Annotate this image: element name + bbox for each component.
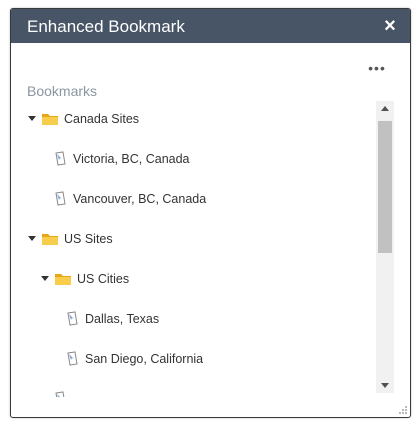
- tree-item-san-diego[interactable]: San Diego, California: [64, 347, 203, 371]
- panel-title: Enhanced Bookmark: [27, 17, 185, 36]
- tree-item-label: US Sites: [64, 232, 113, 246]
- tree-folder-us-cities[interactable]: US Cities: [40, 267, 129, 291]
- scrollbar-thumb[interactable]: [378, 121, 392, 253]
- scroll-down-icon[interactable]: [376, 377, 394, 393]
- tree-item-label: Victoria, BC, Canada: [73, 152, 190, 166]
- bookmark-icon: [55, 191, 66, 206]
- bookmark-icon: [55, 391, 65, 397]
- tree-item-label: Vancouver, BC, Canada: [73, 192, 207, 206]
- tree-item-label: Dallas, Texas: [85, 312, 160, 326]
- tree-item-dallas[interactable]: Dallas, Texas: [64, 307, 159, 331]
- vertical-scrollbar[interactable]: [376, 101, 394, 393]
- close-icon[interactable]: ×: [380, 14, 400, 38]
- bookmark-icon: [67, 311, 78, 326]
- tree-item-vancouver[interactable]: Vancouver, BC, Canada: [52, 187, 206, 211]
- folder-icon: [55, 274, 71, 285]
- section-label: Bookmarks: [27, 83, 98, 99]
- more-options-icon[interactable]: •••: [368, 61, 386, 75]
- folder-icon: [42, 234, 58, 245]
- enhanced-bookmark-panel: Enhanced Bookmark × ••• Bookmarks Canada…: [10, 8, 411, 418]
- tree-item-label: San Diego, California: [85, 352, 204, 366]
- tree-item-victoria[interactable]: Victoria, BC, Canada: [52, 147, 190, 171]
- tree-folder-canada-sites[interactable]: Canada Sites: [27, 107, 139, 131]
- caret-down-icon[interactable]: [40, 274, 50, 284]
- scroll-up-icon[interactable]: [376, 101, 394, 117]
- folder-icon: [42, 114, 58, 125]
- tree-folder-us-sites[interactable]: US Sites: [27, 227, 113, 251]
- bookmark-icon: [55, 151, 66, 166]
- bookmark-icon: [67, 351, 78, 366]
- tree-item-partial[interactable]: [52, 387, 73, 397]
- bookmark-tree: Canada Sites Victoria, BC, Canada Vancou…: [11, 101, 373, 397]
- caret-down-icon[interactable]: [27, 234, 37, 244]
- tree-item-label: Canada Sites: [64, 112, 140, 126]
- resize-grip-icon[interactable]: [398, 405, 408, 415]
- tree-item-label: US Cities: [77, 272, 130, 286]
- caret-down-icon[interactable]: [27, 114, 37, 124]
- title-bar[interactable]: Enhanced Bookmark ×: [11, 9, 410, 43]
